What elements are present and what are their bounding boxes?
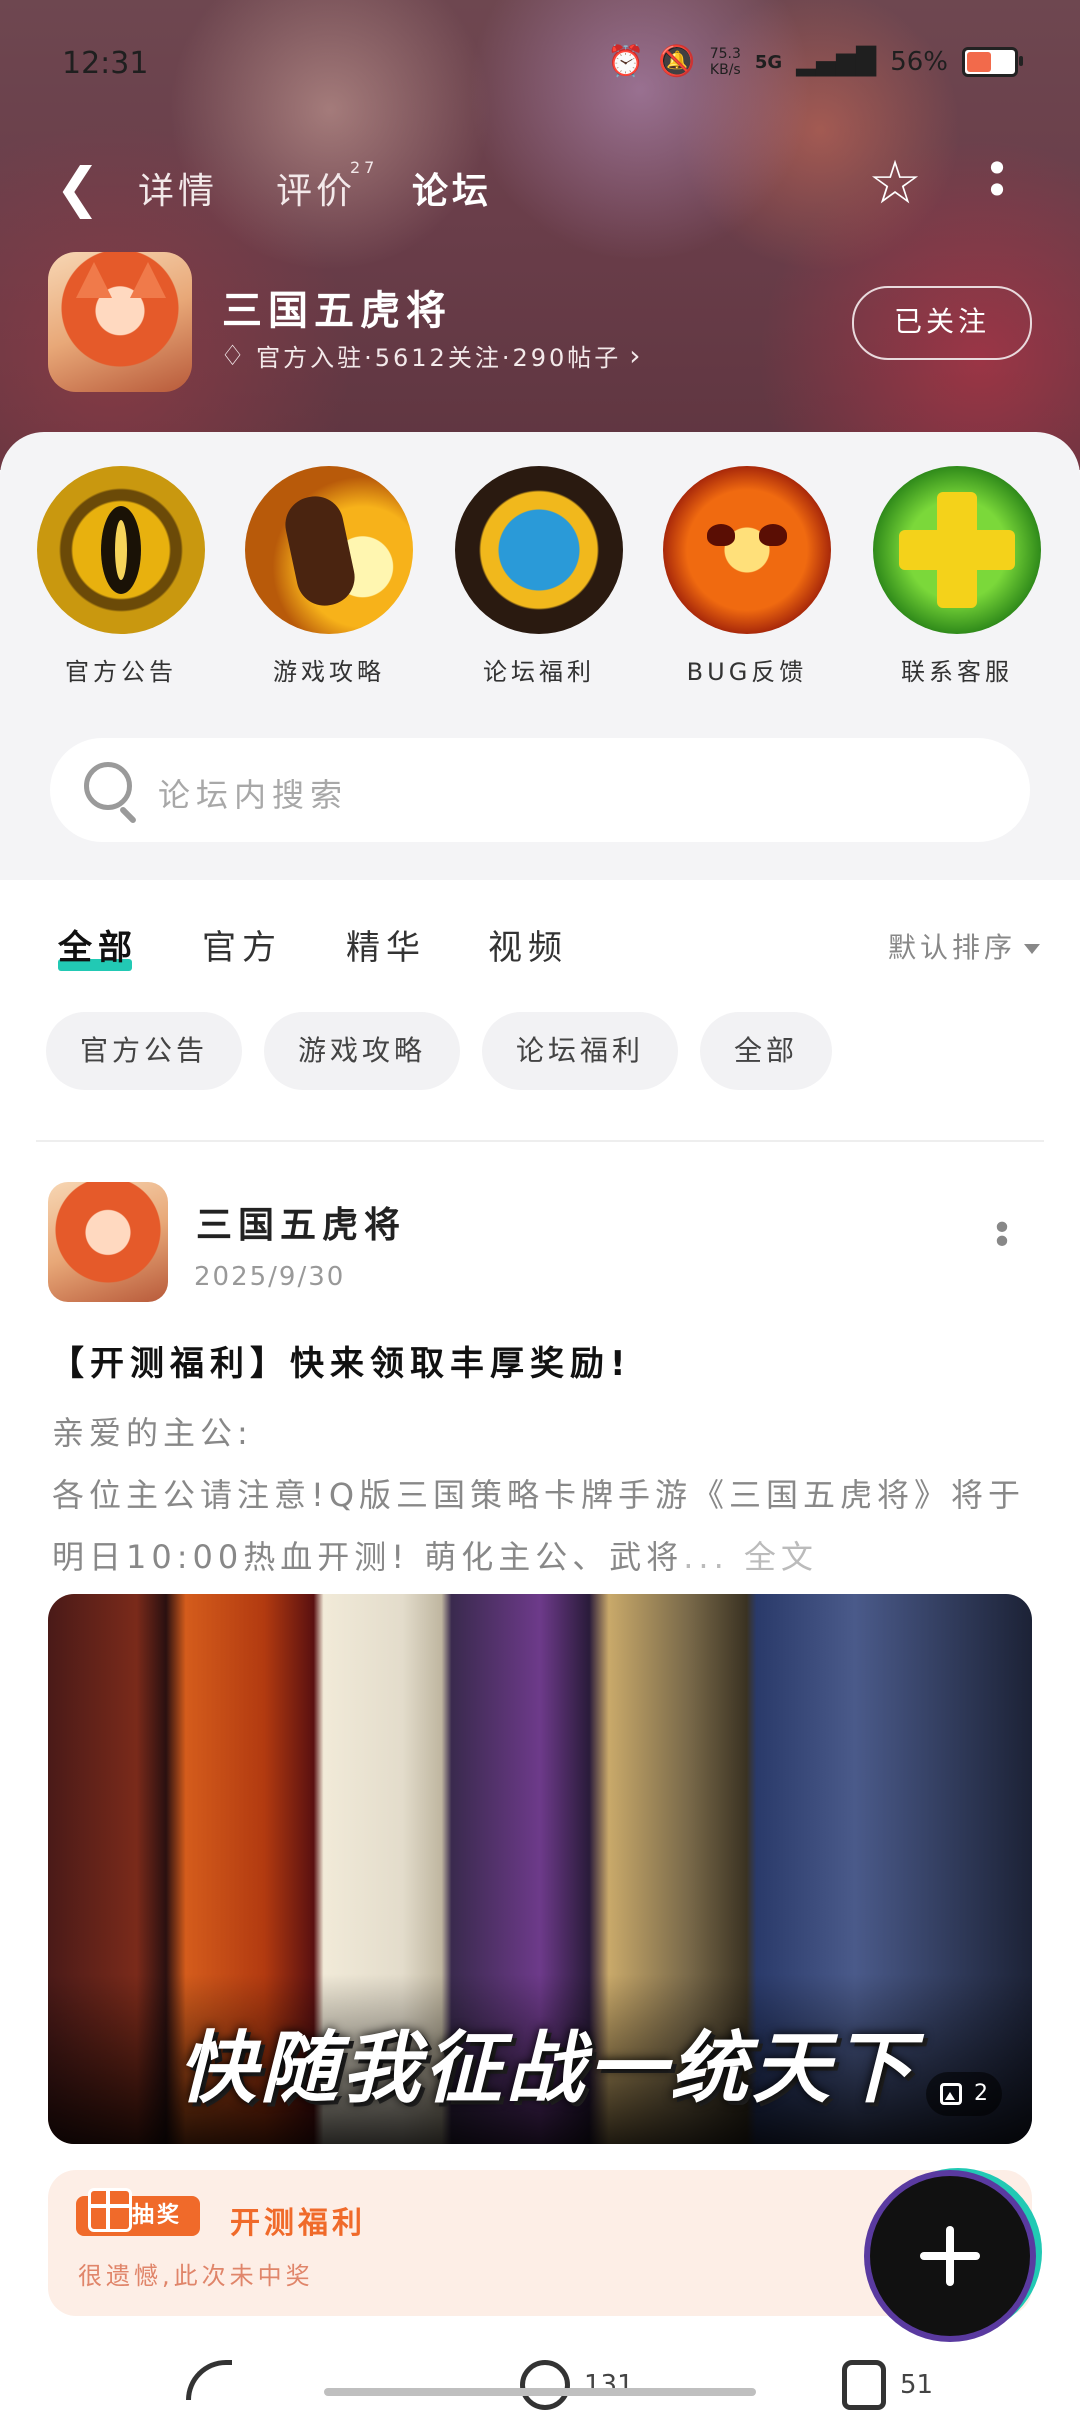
more-options-icon[interactable]: • •	[982, 148, 1012, 218]
filter-tab-video[interactable]: 视频	[488, 920, 568, 969]
reviews-count-badge: 27	[350, 158, 379, 177]
game-title: 三国五虎将	[222, 288, 452, 334]
quick-link-customer-service[interactable]: 联系客服	[872, 466, 1042, 687]
chevron-right-icon: ›	[629, 339, 644, 372]
share-icon	[186, 2360, 232, 2400]
lottery-result: 很遗憾,此次未中奖	[78, 2262, 314, 2290]
comment-icon	[520, 2360, 570, 2410]
chip-forum-benefits[interactable]: 论坛福利	[482, 1012, 679, 1090]
thumbs-up-icon	[842, 2360, 886, 2410]
status-time: 12:31	[62, 46, 149, 81]
status-icons: ⏰ 🔕 75.3 KB/s 5G ▂▄▆█ 56%	[607, 44, 1023, 80]
mute-icon: 🔕	[658, 44, 696, 79]
plus-emblem-icon	[873, 466, 1041, 634]
status-bar: 12:31 ⏰ 🔕 75.3 KB/s 5G ▂▄▆█ 56%	[0, 40, 1080, 90]
eye-emblem-icon	[37, 466, 205, 634]
chip-all[interactable]: 全部	[700, 1012, 833, 1090]
comment-button[interactable]: 131	[520, 2360, 634, 2410]
post-date: 2025/9/30	[194, 1262, 346, 1292]
post-title[interactable]: 【开测福利】快来领取丰厚奖励!	[50, 1336, 632, 1385]
lottery-title: 开测福利	[230, 2206, 366, 2241]
network-type: 5G	[754, 51, 783, 73]
filter-tab-official[interactable]: 官方	[202, 920, 282, 969]
search-placeholder: 论坛内搜索	[158, 776, 349, 814]
search-input[interactable]: 论坛内搜索	[50, 738, 1030, 842]
post-image-caption: 快随我征战一统天下	[178, 2023, 917, 2114]
tab-forum[interactable]: 论坛	[408, 162, 493, 218]
forum-panel: 官方公告 游戏攻略 论坛福利 BUG反馈 联系客服 论坛内搜索	[0, 432, 1080, 880]
signal-icon: ▂▄▆█	[796, 47, 877, 77]
divider	[36, 1140, 1044, 1142]
sort-dropdown[interactable]: 默认排序	[888, 926, 1040, 966]
lottery-badge: 抽奖	[76, 2188, 201, 2236]
gift-icon	[88, 2188, 132, 2232]
post-author-name[interactable]: 三国五虎将	[196, 1196, 406, 1248]
pumpkin-emblem-icon	[663, 466, 831, 634]
caret-down-icon	[1024, 944, 1040, 954]
chip-official-notice[interactable]: 官方公告	[46, 1012, 243, 1090]
post-image[interactable]: 快随我征战一统天下 2	[48, 1594, 1032, 2144]
net-speed: 75.3 KB/s	[709, 46, 741, 78]
top-navigation: ❮ 详情 评价 27 论坛 ☆ • •	[0, 148, 1080, 230]
follow-button[interactable]: 已关注	[852, 286, 1032, 360]
post-excerpt[interactable]: 亲爱的主公: 各位主公请注意!Q版三国策略卡牌手游《三国五虎将》将于明日10:0…	[52, 1402, 1032, 1588]
gift-emblem-icon	[455, 466, 623, 634]
read-full-text-link[interactable]: 全文	[744, 1538, 818, 1576]
quick-link-game-guide[interactable]: 游戏攻略	[244, 466, 414, 687]
quick-link-forum-benefits[interactable]: 论坛福利	[454, 466, 624, 687]
search-icon	[84, 762, 132, 810]
tab-details[interactable]: 详情	[138, 162, 218, 214]
battery-percent: 56%	[890, 47, 948, 77]
alarm-icon: ⏰	[607, 44, 645, 79]
filter-tab-featured[interactable]: 精华	[346, 920, 426, 969]
create-post-button[interactable]	[870, 2176, 1030, 2336]
post-author-avatar[interactable]	[48, 1182, 168, 1302]
post-more-options-icon[interactable]: • •	[990, 1211, 1014, 1266]
game-header-banner: 12:31 ⏰ 🔕 75.3 KB/s 5G ▂▄▆█ 56% ❮ 详情 评价 2…	[0, 0, 1080, 470]
category-chips: 官方公告 游戏攻略 论坛福利 全部	[46, 1012, 833, 1092]
share-button[interactable]	[186, 2360, 232, 2400]
back-button[interactable]: ❮	[55, 158, 100, 218]
picture-icon	[940, 2083, 962, 2105]
favorite-star-icon[interactable]: ☆	[862, 150, 928, 216]
filter-tab-all[interactable]: 全部	[58, 920, 138, 971]
chip-game-guide[interactable]: 游戏攻略	[264, 1012, 461, 1090]
tab-reviews[interactable]: 评价 27	[276, 158, 374, 214]
game-icon	[48, 252, 192, 392]
quick-link-bug-report[interactable]: BUG反馈	[662, 466, 832, 687]
home-indicator[interactable]	[324, 2388, 756, 2396]
fist-emblem-icon	[245, 466, 413, 634]
official-diamond-icon: ♢	[220, 339, 249, 372]
game-meta[interactable]: ♢ 官方入驻·5612关注·290帖子 ›	[220, 338, 643, 373]
battery-icon	[962, 47, 1023, 77]
image-count-badge: 2	[926, 2072, 1002, 2116]
like-button[interactable]: 51	[842, 2360, 933, 2410]
filter-tabs: 全部 官方 精华 视频 默认排序	[0, 910, 1080, 980]
quick-link-official-notice[interactable]: 官方公告	[36, 466, 206, 687]
